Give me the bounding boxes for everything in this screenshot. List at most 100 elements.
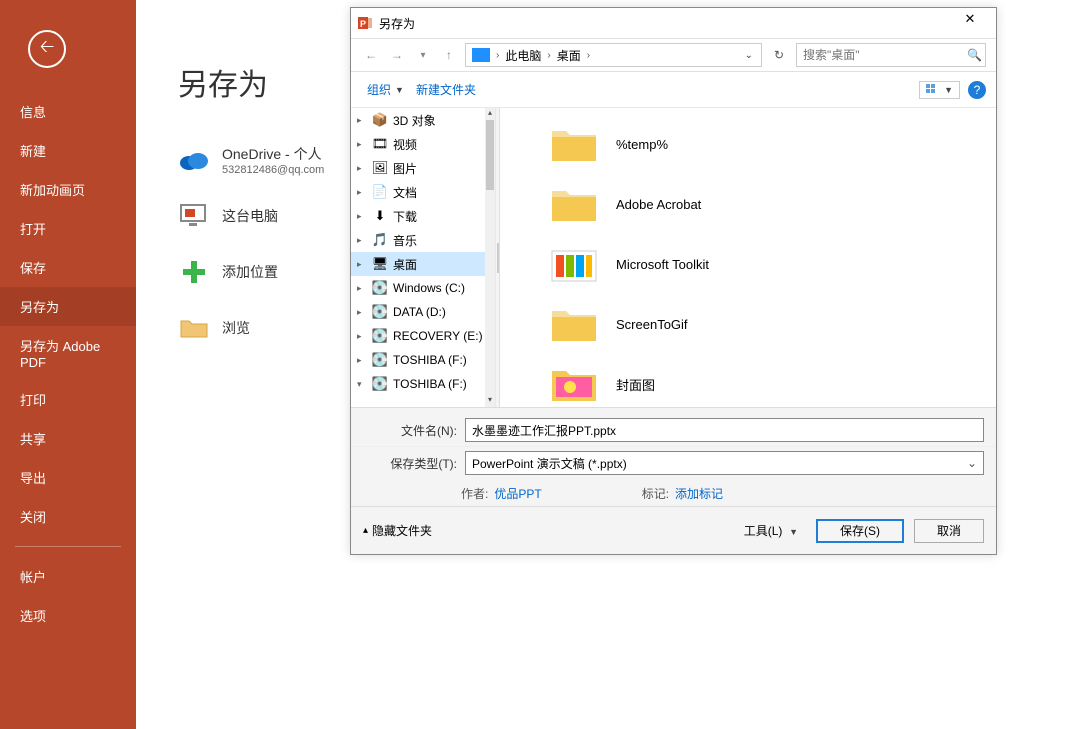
author-value[interactable]: 优品PPT — [494, 485, 541, 502]
bottom-bar: 隐藏文件夹 工具(L) ▼ 保存(S) 取消 — [351, 506, 996, 554]
nav-up[interactable]: ↑ — [439, 45, 459, 65]
tree-icon: 🖥 — [371, 256, 389, 272]
tree-label: 视频 — [393, 136, 417, 153]
crumb-seg[interactable]: 桌面 — [553, 47, 585, 64]
sidebar-item[interactable]: 信息 — [0, 92, 136, 131]
dialog-titlebar: P 另存为 ✕ — [351, 8, 996, 38]
address-bar[interactable]: › 此电脑 › 桌面 › ⌄ — [465, 43, 762, 67]
expand-icon[interactable] — [357, 211, 367, 222]
expand-icon[interactable] — [357, 115, 367, 126]
tree-icon: 💽 — [371, 280, 389, 296]
sidebar-item[interactable]: 打印 — [0, 380, 136, 419]
organize-menu[interactable]: 组织▼ — [361, 77, 410, 102]
refresh-button[interactable]: ↻ — [768, 48, 790, 62]
new-folder-button[interactable]: 新建文件夹 — [410, 77, 482, 102]
folder-icon — [550, 363, 598, 405]
tree-icon: 💽 — [371, 376, 389, 392]
expand-icon[interactable] — [357, 259, 367, 270]
nav-recent[interactable]: ▾ — [413, 45, 433, 65]
tree-item[interactable]: 🖥桌面 — [351, 252, 495, 276]
back-button[interactable]: 🡠 — [28, 30, 66, 68]
tree-item[interactable]: 📦3D 对象 — [351, 108, 495, 132]
expand-icon[interactable] — [357, 379, 367, 390]
expand-icon[interactable] — [357, 139, 367, 150]
expand-icon[interactable] — [357, 307, 367, 318]
tools-menu[interactable]: 工具(L) ▼ — [736, 518, 806, 543]
expand-icon[interactable] — [357, 187, 367, 198]
filename-input[interactable] — [465, 418, 984, 442]
expand-icon[interactable] — [357, 331, 367, 342]
tree-icon: 🖼 — [371, 160, 389, 176]
cancel-button[interactable]: 取消 — [914, 519, 984, 543]
tree-item[interactable]: 💽TOSHIBA (F:) — [351, 348, 495, 372]
search-input[interactable] — [797, 48, 964, 62]
expand-icon[interactable] — [357, 163, 367, 174]
sidebar-item[interactable]: 另存为 Adobe PDF — [0, 326, 136, 380]
author-label: 作者: — [461, 485, 488, 502]
file-name: Adobe Acrobat — [616, 197, 701, 212]
tree-item[interactable]: 💽 Windows (C:) — [351, 276, 495, 300]
folder-icon — [550, 183, 598, 225]
tree-item[interactable]: 🎵音乐 — [351, 228, 495, 252]
file-item[interactable]: ScreenToGif — [510, 294, 986, 354]
sidebar-item[interactable]: 保存 — [0, 248, 136, 287]
location-sub: 532812486@qq.com — [222, 164, 324, 176]
filetype-label: 保存类型(T): — [363, 455, 465, 472]
tree-label: TOSHIBA (F:) — [393, 377, 467, 391]
sidebar-item[interactable]: 帐户 — [0, 557, 136, 596]
file-name: Microsoft Toolkit — [616, 257, 709, 272]
tree-item[interactable]: 💽DATA (D:) — [351, 300, 495, 324]
sidebar-item[interactable]: 新加动画页 — [0, 170, 136, 209]
sidebar-item[interactable]: 共享 — [0, 419, 136, 458]
close-button[interactable]: ✕ — [950, 11, 990, 35]
tree-item[interactable]: 🖼图片 — [351, 156, 495, 180]
onedrive-icon — [178, 144, 210, 176]
location-label: 添加位置 — [222, 262, 278, 282]
tree-label: RECOVERY (E:) — [393, 329, 483, 343]
tree-scrollbar[interactable]: ▴ ▾ — [485, 108, 495, 407]
sidebar-item[interactable]: 导出 — [0, 458, 136, 497]
filetype-row: 保存类型(T): PowerPoint 演示文稿 (*.pptx)⌄ — [351, 446, 996, 479]
splitter[interactable] — [496, 108, 500, 407]
tree-label: Windows (C:) — [393, 281, 465, 295]
crumb-seg[interactable]: 此电脑 — [501, 47, 545, 64]
nav-forward[interactable]: → — [387, 45, 407, 65]
file-name: %temp% — [616, 137, 668, 152]
file-item[interactable]: 封面图 — [510, 354, 986, 407]
help-button[interactable]: ? — [968, 81, 986, 99]
sidebar-item[interactable]: 关闭 — [0, 497, 136, 536]
nav-back[interactable]: ← — [361, 45, 381, 65]
sidebar-item[interactable]: 打开 — [0, 209, 136, 248]
tree-icon: 💽 — [371, 352, 389, 368]
tree-item[interactable]: 📄文档 — [351, 180, 495, 204]
view-mode-button[interactable]: ▼ — [919, 81, 960, 99]
tree-item[interactable]: ⬇下载 — [351, 204, 495, 228]
folder-icon — [550, 243, 598, 285]
tags-value[interactable]: 添加标记 — [675, 485, 723, 502]
save-button[interactable]: 保存(S) — [816, 519, 904, 543]
tree-item[interactable]: 💽 TOSHIBA (F:) — [351, 372, 495, 396]
sidebar-item[interactable]: 新建 — [0, 131, 136, 170]
expand-icon[interactable] — [357, 235, 367, 246]
file-item[interactable]: Adobe Acrobat — [510, 174, 986, 234]
file-item[interactable]: %temp% — [510, 114, 986, 174]
dialog-body: 📦3D 对象🎞视频🖼图片📄文档⬇下载🎵音乐🖥桌面💽Windows (C:)💽DA… — [351, 108, 996, 407]
dialog-title: 另存为 — [379, 15, 950, 32]
tree-label: 文档 — [393, 184, 417, 201]
filetype-select[interactable]: PowerPoint 演示文稿 (*.pptx)⌄ — [465, 451, 984, 475]
tree-label: 桌面 — [393, 256, 417, 273]
tree-item[interactable]: 💽 RECOVERY (E:) — [351, 324, 495, 348]
search-box[interactable]: 🔍 — [796, 43, 986, 67]
tree-icon: 💽 — [371, 328, 389, 344]
sidebar-item[interactable]: 另存为 — [0, 287, 136, 326]
expand-icon[interactable] — [357, 283, 367, 294]
tree-pane: 📦3D 对象🎞视频🖼图片📄文档⬇下载🎵音乐🖥桌面💽Windows (C:)💽DA… — [351, 108, 496, 407]
save-as-dialog: P 另存为 ✕ ← → ▾ ↑ › 此电脑 › 桌面 › ⌄ ↻ 🔍 组织▼ 新… — [350, 7, 997, 555]
add-icon — [178, 256, 210, 288]
expand-icon[interactable] — [357, 355, 367, 366]
hide-folders-toggle[interactable]: 隐藏文件夹 — [363, 522, 432, 539]
tree-item[interactable]: 🎞视频 — [351, 132, 495, 156]
sidebar-item[interactable]: 选项 — [0, 596, 136, 635]
search-icon[interactable]: 🔍 — [964, 48, 985, 62]
file-item[interactable]: Microsoft Toolkit — [510, 234, 986, 294]
